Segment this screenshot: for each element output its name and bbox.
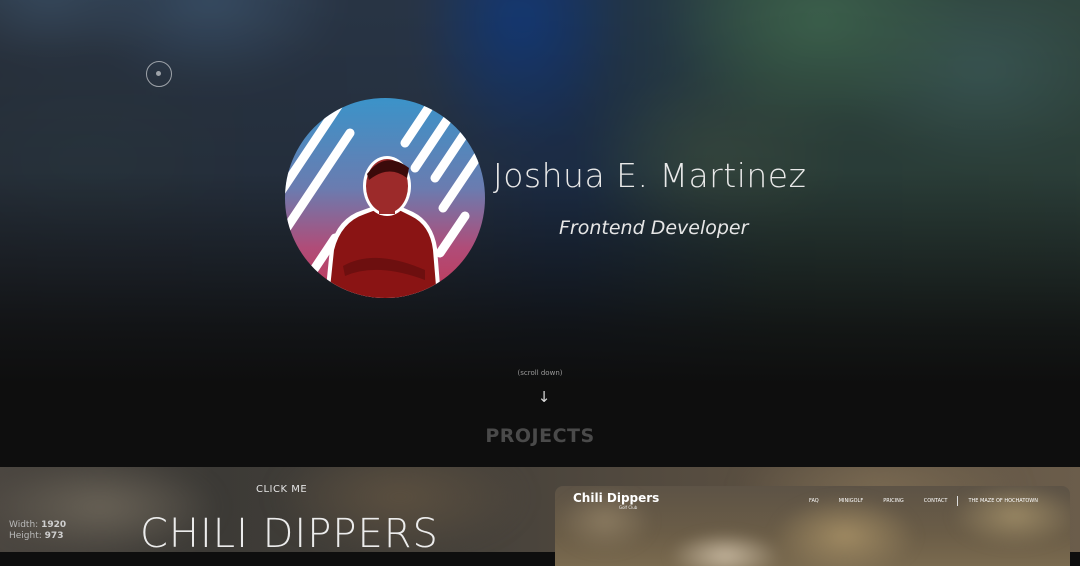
preview-logo: Chili Dippers — [573, 491, 660, 505]
preview-nav-faq: FAQ — [809, 498, 819, 504]
preview-logo-subtitle: Golf Club — [619, 505, 638, 510]
preview-nav-minigolf: MINIGOLF — [838, 498, 864, 504]
viewport-height: Height: 973 — [9, 531, 64, 541]
scroll-hint: (scroll down) — [517, 369, 563, 377]
click-me-label[interactable]: CLICK ME — [256, 484, 307, 495]
project-title[interactable]: CHILI DIPPERS — [140, 511, 439, 557]
viewport-info: Width: 1920 Height: 973 — [9, 520, 66, 542]
project-preview-screenshot[interactable]: Chili Dippers Golf Club FAQ MINIGOLF PRI… — [555, 486, 1070, 566]
developer-name: Joshua E. Martinez — [493, 156, 807, 195]
developer-role: Frontend Developer — [559, 217, 749, 239]
preview-nav: FAQ MINIGOLF PRICING CONTACT THE MAZE OF… — [799, 496, 1048, 506]
preview-nav-maze: THE MAZE OF HOCHATOWN — [968, 498, 1038, 504]
hero-section: Joshua E. Martinez Frontend Developer (s… — [0, 0, 1080, 385]
preview-nav-pricing: PRICING — [883, 498, 904, 504]
arrow-down-icon[interactable]: ↓ — [537, 388, 551, 406]
preview-nav-contact: CONTACT — [923, 498, 948, 504]
target-ring-icon[interactable] — [146, 61, 172, 87]
avatar-illustration — [285, 98, 485, 298]
avatar — [285, 98, 485, 298]
projects-heading: PROJECTS — [485, 425, 595, 447]
viewport-width: Width: 1920 — [9, 520, 67, 530]
